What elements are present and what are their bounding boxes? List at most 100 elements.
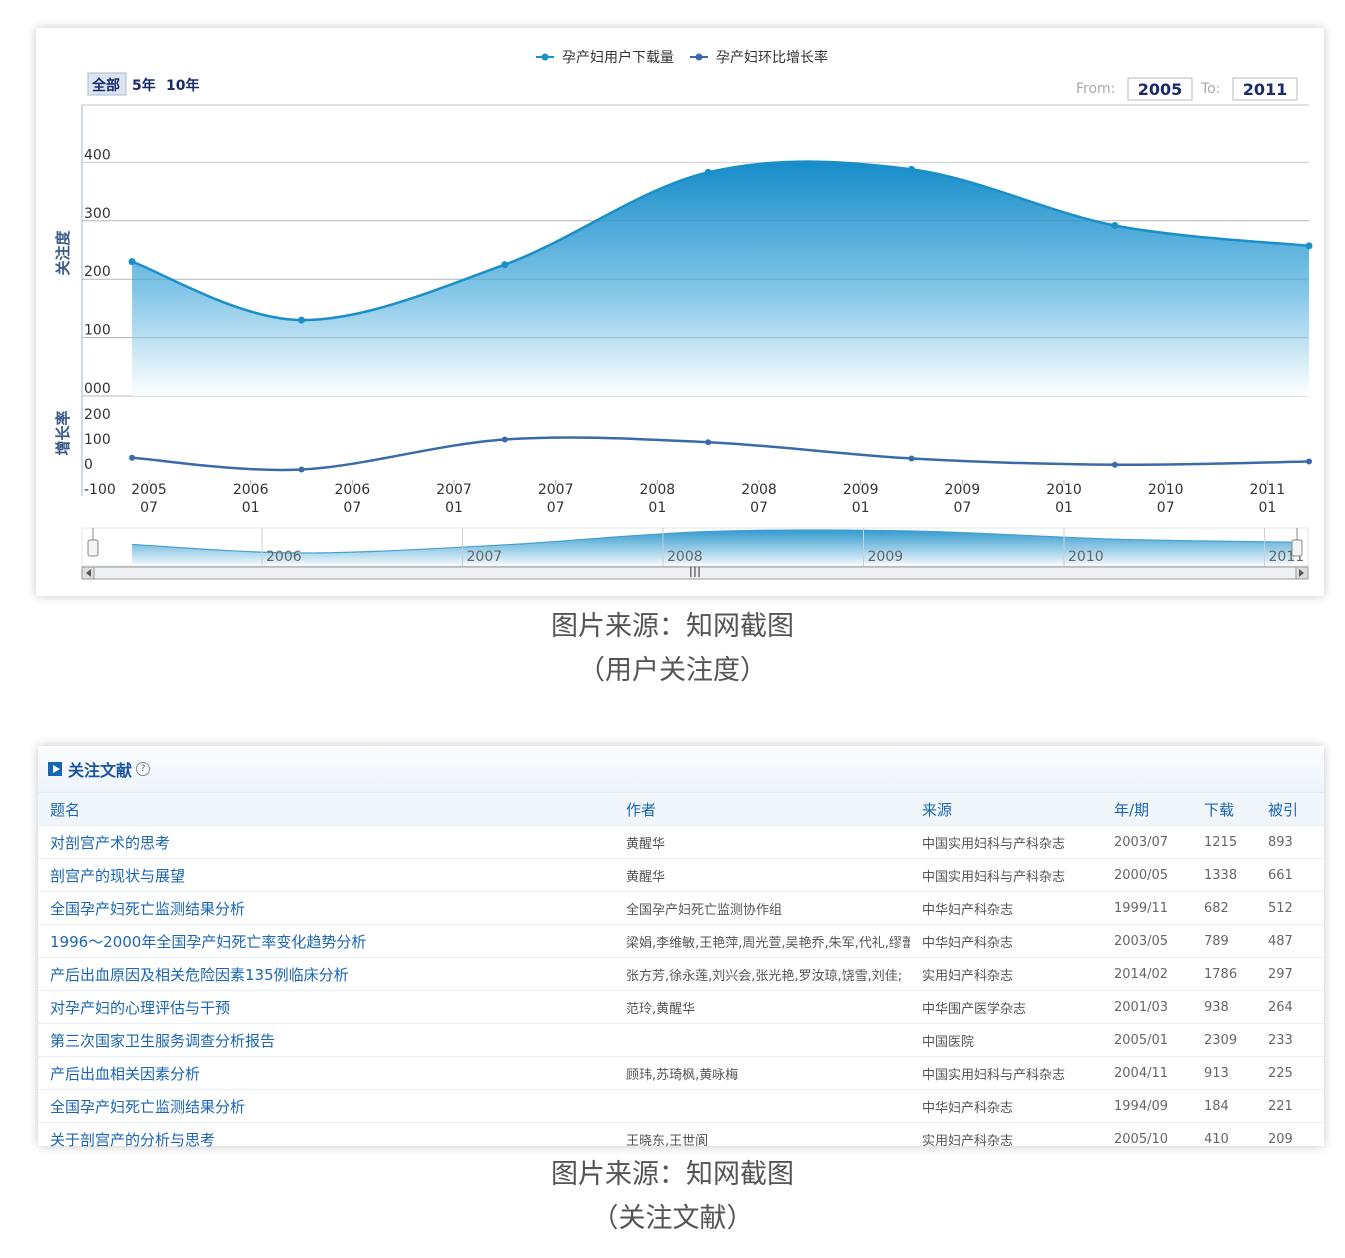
upper-y-tick-label: 400 [84, 147, 111, 163]
cell-author[interactable]: 黄醒华 [614, 825, 910, 859]
cell-issue: 2004/11 [1102, 1056, 1192, 1090]
growth-point[interactable] [1111, 461, 1118, 468]
range-button-5y[interactable]: 5年 [132, 77, 156, 94]
cell-issue: 2003/05 [1102, 924, 1192, 958]
range-button-all[interactable]: 全部 [87, 72, 127, 96]
cell-downloads: 938 [1192, 990, 1256, 1024]
navigator-year-label: 2006 [266, 549, 302, 565]
x-tick-label-year: 2008 [741, 482, 777, 498]
x-tick-label-year: 2010 [1046, 482, 1082, 498]
x-tick-label-year: 2005 [131, 482, 167, 498]
cell-issue: 2001/03 [1102, 990, 1192, 1024]
cell-citations: 512 [1256, 891, 1324, 925]
downloads-point[interactable] [908, 165, 916, 173]
from-input[interactable]: 2005 [1127, 77, 1193, 101]
cell-title[interactable]: 1996～2000年全国孕产妇死亡率变化趋势分析 [38, 924, 614, 958]
cell-author[interactable]: 梁娟,李维敏,王艳萍,周光萱,吴艳乔,朱军,代礼,缪蕾 [614, 924, 910, 958]
cell-title[interactable]: 剖宫产的现状与展望 [38, 858, 614, 892]
lower-y-tick-label: 200 [84, 407, 111, 423]
literature-table: 题名 作者 来源 年/期 下载 被引 对剖宫产术的思考 黄醒华 中国实用妇科与产科杂… [38, 793, 1324, 1155]
range-button-10y[interactable]: 10年 [166, 77, 199, 94]
column-header-title[interactable]: 题名 [38, 793, 614, 826]
column-header-citations[interactable]: 被引 [1256, 793, 1324, 826]
lower-y-tick-label: 0 [84, 457, 93, 473]
cell-title[interactable]: 对剖宫产术的思考 [38, 825, 614, 859]
cell-author[interactable] [614, 1023, 910, 1057]
downloads-point[interactable] [501, 261, 509, 269]
cell-downloads: 184 [1192, 1089, 1256, 1123]
growth-point[interactable] [298, 466, 305, 473]
legend-label-downloads: 孕产妇用户下载量 [562, 49, 674, 66]
column-header-author[interactable]: 作者 [614, 793, 910, 826]
cell-issue: 1999/11 [1102, 891, 1192, 925]
chart-legend[interactable]: 孕产妇用户下载量 孕产妇环比增长率 [536, 49, 828, 66]
cell-source[interactable]: 中华妇产科杂志 [910, 1089, 1102, 1123]
cell-title[interactable]: 全国孕产妇死亡监测结果分析 [38, 1089, 614, 1123]
cell-source[interactable]: 中国实用妇科与产科杂志 [910, 1056, 1102, 1090]
cell-downloads: 789 [1192, 924, 1256, 958]
column-header-issue[interactable]: 年/期 [1102, 793, 1192, 826]
cell-citations: 487 [1256, 924, 1324, 958]
cell-source[interactable]: 中国医院 [910, 1023, 1102, 1057]
navigator-year-label: 2007 [467, 549, 503, 565]
cell-author[interactable]: 王晓东,王世阆 [614, 1122, 910, 1155]
table-row: 全国孕产妇死亡监测结果分析 全国孕产妇死亡监测协作组 中华妇产科杂志 1999/11 6… [38, 891, 1324, 925]
cell-source[interactable]: 中华妇产科杂志 [910, 891, 1102, 925]
cell-title[interactable]: 关于剖宫产的分析与思考 [38, 1122, 614, 1155]
cell-author[interactable]: 范玲,黄醒华 [614, 990, 910, 1024]
cell-source[interactable]: 中国实用妇科与产科杂志 [910, 858, 1102, 892]
cell-downloads: 2309 [1192, 1023, 1256, 1057]
cell-title[interactable]: 全国孕产妇死亡监测结果分析 [38, 891, 614, 925]
table-row: 第三次国家卫生服务调查分析报告 中国医院 2005/01 2309 233 [38, 1023, 1324, 1057]
legend-item-growth[interactable]: 孕产妇环比增长率 [690, 49, 828, 66]
table-caption-source: 图片来源：知网截图 [551, 1159, 794, 1190]
navigator-scrollbar[interactable]: III [81, 565, 1309, 581]
navigator-year-label: 2008 [667, 549, 703, 565]
x-tick-label-year: 2009 [843, 482, 879, 498]
growth-point[interactable] [1306, 458, 1312, 465]
downloads-point[interactable] [1111, 221, 1119, 229]
cell-title[interactable]: 产后出血原因及相关危险因素135例临床分析 [38, 957, 614, 991]
legend-item-downloads[interactable]: 孕产妇用户下载量 [536, 49, 674, 66]
navigator-scroll-grip: III [689, 565, 701, 581]
downloads-point[interactable] [704, 168, 712, 176]
cell-title[interactable]: 产后出血相关因素分析 [38, 1056, 614, 1090]
cell-citations: 264 [1256, 990, 1324, 1024]
growth-point[interactable] [501, 436, 508, 443]
range-navigator[interactable]: 2006 2007 2008 2009 2010 2011 III [81, 527, 1309, 581]
cell-author[interactable]: 黄醒华 [614, 858, 910, 892]
cell-title[interactable]: 第三次国家卫生服务调查分析报告 [38, 1023, 614, 1057]
help-icon[interactable]: ? [136, 762, 151, 776]
cell-author[interactable]: 顾玮,苏琦枫,黄咏梅 [614, 1056, 910, 1090]
cell-source[interactable]: 实用妇产科杂志 [910, 1122, 1102, 1155]
growth-point[interactable] [908, 455, 915, 462]
cell-author[interactable]: 全国孕产妇死亡监测协作组 [614, 891, 910, 925]
x-tick-label-month: 07 [343, 500, 361, 516]
cell-title[interactable]: 对孕产妇的心理评估与干预 [38, 990, 614, 1024]
downloads-point[interactable] [298, 316, 306, 324]
range-button-all-label: 全部 [91, 77, 120, 94]
growth-point[interactable] [705, 439, 712, 446]
downloads-point[interactable] [1305, 242, 1313, 250]
table-row: 对孕产妇的心理评估与干预 范玲,黄醒华 中华围产医学杂志 2001/03 938 264 [38, 990, 1324, 1024]
column-header-source[interactable]: 来源 [910, 793, 1102, 826]
cell-author[interactable]: 张方芳,徐永莲,刘兴会,张光艳,罗汝琼,饶雪,刘佳; [614, 957, 910, 991]
scroll-left-arrow-icon[interactable] [81, 566, 95, 580]
cell-citations: 221 [1256, 1089, 1324, 1123]
cell-downloads: 1338 [1192, 858, 1256, 892]
legend-marker-icon [541, 53, 549, 61]
lower-y-tick-label: 100 [84, 432, 111, 448]
upper-y-tick-label: 100 [84, 323, 111, 339]
growth-point[interactable] [129, 454, 136, 461]
downloads-point[interactable] [128, 258, 136, 266]
cell-source[interactable]: 中华围产医学杂志 [910, 990, 1102, 1024]
to-input[interactable]: 2011 [1232, 77, 1298, 101]
scroll-right-arrow-icon[interactable] [1295, 566, 1309, 580]
table-row: 对剖宫产术的思考 黄醒华 中国实用妇科与产科杂志 2003/07 1215 893 [38, 825, 1324, 859]
column-header-downloads[interactable]: 下载 [1192, 793, 1256, 826]
cell-source[interactable]: 中国实用妇科与产科杂志 [910, 825, 1102, 859]
x-tick-label-month: 07 [953, 500, 971, 516]
cell-source[interactable]: 实用妇产科杂志 [910, 957, 1102, 991]
cell-source[interactable]: 中华妇产科杂志 [910, 924, 1102, 958]
cell-author[interactable] [614, 1089, 910, 1123]
